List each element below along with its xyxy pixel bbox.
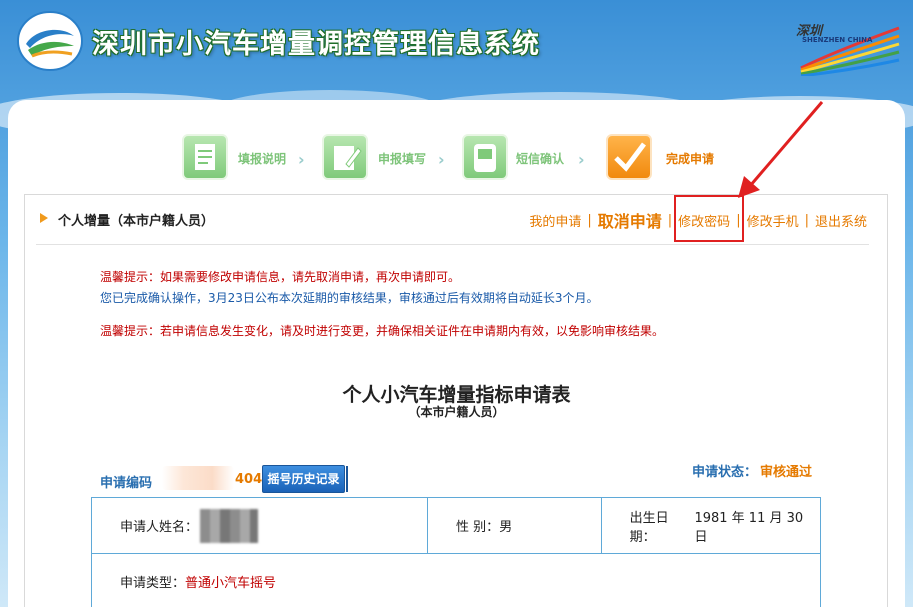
table-row: 申请类型： 普通小汽车摇号 xyxy=(92,554,820,607)
logout-link[interactable]: 退出系统 xyxy=(815,211,867,230)
birth-label: 出生日期： xyxy=(629,510,669,545)
birth-value: 1981 年 11 月 30 日 xyxy=(694,510,804,545)
notice-confirm-info: 您已完成确认操作，3月23日公布本次延期的审核结果，审核通过后有效期将自动延长3… xyxy=(100,291,599,305)
status-value: 审核通过 xyxy=(760,465,813,480)
application-no-redacted xyxy=(162,466,234,490)
notice-tip-change: 温馨提示：若申请信息发生变化，请及时进行变更，并确保相关证件在申请期内有效，以免… xyxy=(100,324,665,338)
brand-en-text: SHENZHEN CHINA xyxy=(802,36,873,44)
step-3-label: 短信确认 xyxy=(516,152,565,166)
applicant-info-table: 申请人姓名： 性 别： 男 出生日期： 1981 年 11 月 30 日 申请类… xyxy=(91,497,821,607)
form-subtitle: （本市户籍人员） xyxy=(408,405,505,419)
name-label: 申请人姓名： xyxy=(120,520,199,535)
status-label: 申请状态： xyxy=(692,465,758,480)
link-separator: | xyxy=(667,212,673,228)
gender-value: 男 xyxy=(499,520,513,535)
my-application-link[interactable]: 我的申请 xyxy=(529,211,581,230)
bullet-arrow-icon xyxy=(40,213,48,223)
step-4-label: 完成申请 xyxy=(666,152,715,166)
step-arrow-icon: › xyxy=(298,150,305,169)
notice-tip-modify: 温馨提示：如果需要修改申请信息，请先取消申请，再次申请即可。 xyxy=(100,270,461,284)
step-arrow-icon: › xyxy=(438,150,445,169)
application-no-label: 申请编码 xyxy=(100,476,153,491)
link-separator: | xyxy=(804,212,809,228)
step-1-icon xyxy=(182,134,228,180)
site-title: 深圳市小汽车增量调控管理信息系统 xyxy=(92,29,540,60)
button-divider xyxy=(346,466,348,492)
name-cell: 申请人姓名： xyxy=(92,498,427,553)
type-label: 申请类型： xyxy=(120,576,186,591)
breadcrumb: 个人增量（本市户籍人员） xyxy=(58,214,215,229)
step-arrow-icon: › xyxy=(578,150,585,169)
cancel-application-link[interactable]: 取消申请 xyxy=(598,208,662,232)
annotation-highlight-box xyxy=(674,195,744,242)
gender-cell: 性 别： 男 xyxy=(427,498,601,553)
change-phone-link[interactable]: 修改手机 xyxy=(747,211,799,230)
step-1-label: 填报说明 xyxy=(238,152,287,166)
step-4-icon xyxy=(606,134,652,180)
table-row: 申请人姓名： 性 别： 男 出生日期： 1981 年 11 月 30 日 xyxy=(92,498,820,554)
step-2-label: 申报填写 xyxy=(378,152,427,166)
type-value: 普通小汽车摇号 xyxy=(185,576,277,591)
header-divider xyxy=(36,244,869,245)
type-cell: 申请类型： 普通小汽车摇号 xyxy=(92,554,820,607)
application-no-value: 404 xyxy=(235,472,263,487)
name-redacted xyxy=(200,508,259,543)
step-3-icon xyxy=(462,134,508,180)
step-2-icon xyxy=(322,134,368,180)
gender-label: 性 别： xyxy=(456,520,500,535)
system-logo-icon xyxy=(17,11,83,71)
link-separator: | xyxy=(587,212,592,228)
birth-cell: 出生日期： 1981 年 11 月 30 日 xyxy=(600,498,820,553)
lottery-history-button[interactable]: 摇号历史记录 xyxy=(262,465,345,493)
